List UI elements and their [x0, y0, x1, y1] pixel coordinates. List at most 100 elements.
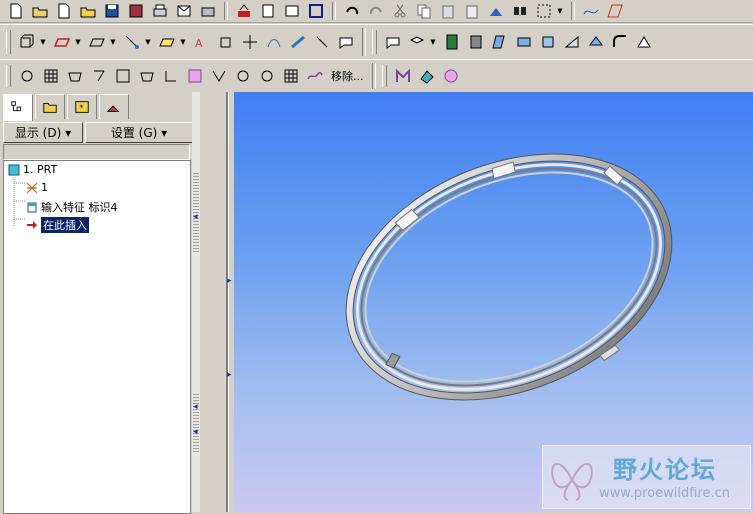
pattern-icon[interactable] [40, 65, 62, 87]
select-box-icon[interactable] [533, 0, 555, 22]
undo-icon[interactable] [341, 0, 363, 22]
layer-tree-icon[interactable] [465, 31, 487, 53]
expand-right-icon[interactable]: ▸ [227, 276, 232, 286]
extend-icon[interactable] [208, 65, 230, 87]
toolbar-edit: 移除... [0, 59, 753, 93]
folder-icon[interactable] [77, 0, 99, 22]
grid-icon[interactable] [280, 65, 302, 87]
tab-connections[interactable] [99, 94, 129, 119]
curve-icon[interactable] [580, 0, 602, 22]
open-icon[interactable] [29, 0, 51, 22]
remove-label[interactable]: 移除... [331, 68, 364, 84]
save-icon[interactable] [101, 0, 123, 22]
page-icon[interactable] [53, 0, 75, 22]
style-icon[interactable] [392, 65, 414, 87]
plane-display-icon[interactable] [51, 31, 73, 53]
draft-icon[interactable] [64, 65, 86, 87]
email-icon[interactable] [173, 0, 195, 22]
select-dropdown-icon[interactable]: ▼ [556, 0, 564, 22]
offset-icon[interactable] [184, 65, 206, 87]
plane-icon[interactable] [604, 0, 626, 22]
point-display-icon[interactable] [121, 31, 143, 53]
view-orient-icon[interactable] [406, 31, 428, 53]
printer-icon[interactable] [197, 0, 219, 22]
point-display-dropdown-icon[interactable]: ▼ [144, 31, 152, 53]
axis-display-icon[interactable] [86, 31, 108, 53]
paste-special-icon[interactable] [461, 0, 483, 22]
butterfly-logo [551, 463, 593, 501]
datum-curve-icon[interactable] [263, 31, 285, 53]
thicken-icon[interactable] [232, 65, 254, 87]
window-icon[interactable] [281, 0, 303, 22]
round-icon[interactable] [609, 31, 631, 53]
model-tree: 1. PRT 1 输入特征 标识4 在此插入 [3, 160, 191, 514]
tree-item-label: 在此插入 [41, 217, 89, 233]
svg-text:*: * [79, 104, 83, 113]
view-orient-dropdown-icon[interactable]: ▼ [429, 31, 437, 53]
tree-item-csys[interactable]: 1 [26, 181, 48, 194]
blend-icon[interactable] [585, 31, 607, 53]
warp-icon[interactable] [416, 65, 438, 87]
layer-icon[interactable] [441, 31, 463, 53]
close-window-icon[interactable] [305, 0, 327, 22]
datum-csys-icon[interactable] [311, 31, 333, 53]
toolbar-file: ▼ [0, 0, 753, 23]
plane-display-dropdown-icon[interactable]: ▼ [74, 31, 82, 53]
shell-icon[interactable] [633, 31, 655, 53]
tab-favorites[interactable]: * [67, 94, 97, 119]
datum-point-icon[interactable] [287, 31, 309, 53]
extrude-icon[interactable] [513, 31, 535, 53]
favorites-tab-icon: * [75, 101, 89, 113]
find-icon[interactable] [509, 0, 531, 22]
tab-folder-browser[interactable] [35, 94, 65, 119]
tree-item-import-feature[interactable]: 输入特征 标识4 [26, 199, 118, 215]
new-icon[interactable] [5, 0, 27, 22]
annotation-icon[interactable]: A [191, 31, 213, 53]
print-icon[interactable] [149, 0, 171, 22]
csys-icon [26, 182, 38, 193]
rib-icon[interactable] [88, 65, 110, 87]
tab-model-tree[interactable] [3, 94, 33, 121]
remove-icon[interactable] [304, 65, 326, 87]
datum-display-dropdown-icon[interactable]: ▼ [39, 31, 47, 53]
repaint-icon[interactable] [485, 0, 507, 22]
analysis-icon[interactable] [335, 31, 357, 53]
datum-display-icon[interactable] [16, 31, 38, 53]
mirror-icon[interactable] [112, 65, 134, 87]
show-menu-button[interactable]: 显示 (D) ▾ [3, 122, 83, 143]
hole-icon[interactable] [16, 65, 38, 87]
folder-browser-tab-icon [43, 103, 57, 113]
regenerate-icon[interactable] [233, 0, 255, 22]
sweep-icon[interactable] [561, 31, 583, 53]
paste-icon[interactable] [437, 0, 459, 22]
expand-right-icon[interactable]: ▸ [227, 370, 232, 380]
freeform-icon[interactable] [440, 65, 462, 87]
model-tree-icon[interactable] [257, 0, 279, 22]
navigator-panel: * 显示 (D) ▾ 设置 (G) ▾ 1. PRT 1 输入特征 标识4 在此… [0, 92, 193, 514]
collapse-left-icon[interactable]: ◂ [193, 402, 198, 412]
datum-axis-icon[interactable] [239, 31, 261, 53]
part-icon [8, 164, 20, 175]
csys-display-dropdown-icon[interactable]: ▼ [179, 31, 187, 53]
toolbar-datum: ▼ ▼ ▼ ▼ ▼ A ▼ [0, 24, 753, 60]
csys-display-icon[interactable] [156, 31, 178, 53]
panel-resize-bar[interactable] [192, 92, 200, 512]
merge-icon[interactable] [136, 65, 158, 87]
collapse-left-icon[interactable]: ◂ [193, 212, 198, 222]
revolve-icon[interactable] [537, 31, 559, 53]
datum-plane-icon[interactable] [215, 31, 237, 53]
save-copy-icon[interactable] [125, 0, 147, 22]
splitter[interactable]: ◂ ◂ ▸ ▸ ◂ [193, 92, 234, 512]
sketch-icon[interactable] [489, 31, 511, 53]
copy-icon[interactable] [413, 0, 435, 22]
cut-icon[interactable] [389, 0, 411, 22]
insert-here-arrow-icon [27, 221, 37, 229]
tree-item-insert-here[interactable]: 在此插入 [26, 217, 89, 233]
note-icon[interactable] [382, 31, 404, 53]
axis-display-dropdown-icon[interactable]: ▼ [109, 31, 117, 53]
solidify-icon[interactable] [256, 65, 278, 87]
collapse-left-icon[interactable]: ◂ [193, 427, 198, 437]
trim-icon[interactable] [160, 65, 182, 87]
settings-menu-button[interactable]: 设置 (G) ▾ [85, 122, 193, 143]
redo-icon[interactable] [365, 0, 387, 22]
